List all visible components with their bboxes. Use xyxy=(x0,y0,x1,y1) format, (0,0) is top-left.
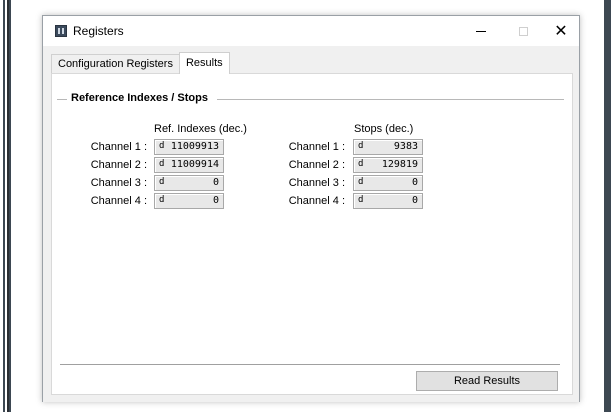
ref-channel-2-label: Channel 2 : xyxy=(90,159,147,171)
field-value: 0 xyxy=(212,195,219,206)
group-border-left xyxy=(57,99,67,100)
stop-channel-1-field[interactable]: d 9383 xyxy=(353,139,423,155)
ref-channel-4-label: Channel 4 : xyxy=(90,195,147,207)
field-value: 129819 xyxy=(381,159,418,170)
format-indicator: d xyxy=(358,195,364,205)
format-indicator: d xyxy=(159,141,165,151)
separator xyxy=(60,364,560,365)
tab-bar: Configuration Registers Results xyxy=(51,52,230,74)
stop-channel-3-label: Channel 3 : xyxy=(288,177,345,189)
close-icon: ✕ xyxy=(554,23,568,40)
stop-channel-2-label: Channel 2 : xyxy=(288,159,345,171)
close-button[interactable]: ✕ xyxy=(543,16,579,46)
group-title: Reference Indexes / Stops xyxy=(68,92,211,104)
stop-channel-4-label: Channel 4 : xyxy=(288,195,345,207)
client-area: Configuration Registers Results Referenc… xyxy=(43,46,579,402)
ref-channel-4-field[interactable]: d 0 xyxy=(154,193,224,209)
field-value: 0 xyxy=(212,177,219,188)
maximize-button[interactable] xyxy=(505,16,541,46)
ref-channel-3-label: Channel 3 : xyxy=(90,177,147,189)
field-value: 11009913 xyxy=(170,141,219,152)
format-indicator: d xyxy=(159,159,165,169)
group-border-right xyxy=(217,99,564,100)
title-bar[interactable]: Registers ✕ xyxy=(43,16,579,46)
window-title: Registers xyxy=(73,24,124,38)
results-panel: Reference Indexes / Stops Ref. Indexes (… xyxy=(51,73,573,395)
ref-channel-2-field[interactable]: d 11009914 xyxy=(154,157,224,173)
stop-channel-4-field[interactable]: d 0 xyxy=(353,193,423,209)
minimize-icon xyxy=(476,30,486,32)
format-indicator: d xyxy=(159,195,165,205)
background-window-edge xyxy=(0,0,9,412)
minimize-button[interactable] xyxy=(463,16,499,46)
ref-channel-3-field[interactable]: d 0 xyxy=(154,175,224,191)
maximize-icon xyxy=(518,26,528,36)
read-results-button[interactable]: Read Results xyxy=(416,371,558,391)
stop-channel-3-field[interactable]: d 0 xyxy=(353,175,423,191)
app-icon xyxy=(55,25,67,37)
ref-channel-1-label: Channel 1 : xyxy=(90,141,147,153)
field-value: 9383 xyxy=(393,141,418,152)
field-value: 0 xyxy=(411,177,418,188)
format-indicator: d xyxy=(358,159,364,169)
stop-channel-1-label: Channel 1 : xyxy=(288,141,345,153)
ref-indexes-header: Ref. Indexes (dec.) xyxy=(154,123,247,135)
field-value: 11009914 xyxy=(170,159,219,170)
format-indicator: d xyxy=(358,141,364,151)
registers-window: Registers ✕ Configuration Registers Resu… xyxy=(42,15,580,402)
ref-channel-1-field[interactable]: d 11009913 xyxy=(154,139,224,155)
tab-configuration-registers[interactable]: Configuration Registers xyxy=(51,54,180,74)
field-value: 0 xyxy=(411,195,418,206)
tab-results[interactable]: Results xyxy=(178,52,230,74)
stops-header: Stops (dec.) xyxy=(354,123,414,135)
format-indicator: d xyxy=(159,177,165,187)
format-indicator: d xyxy=(358,177,364,187)
stop-channel-2-field[interactable]: d 129819 xyxy=(353,157,423,173)
